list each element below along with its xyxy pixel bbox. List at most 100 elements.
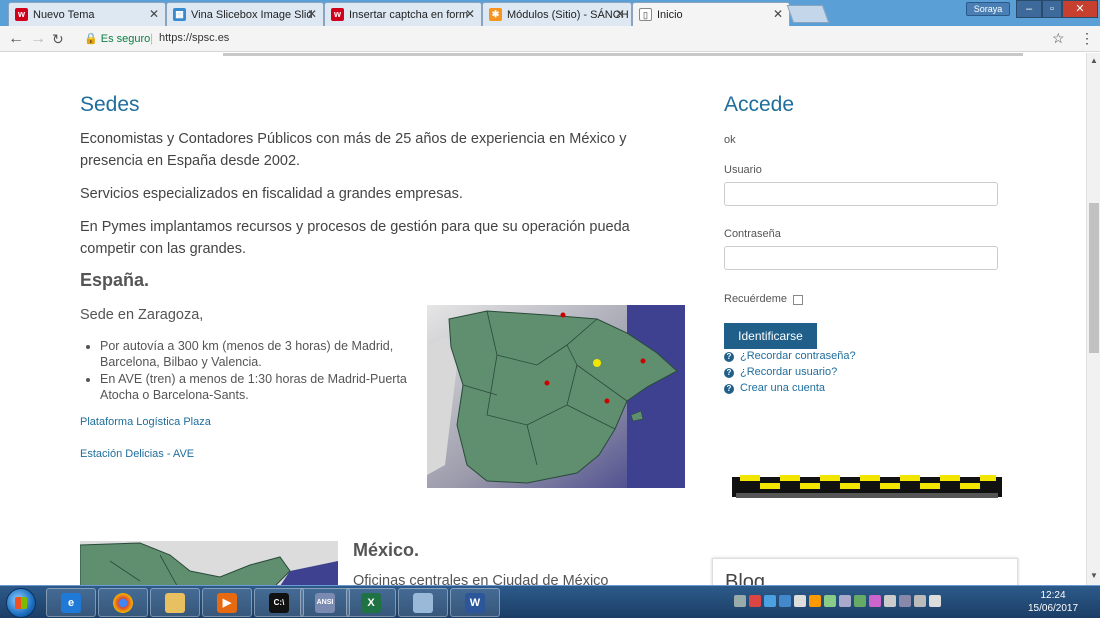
word-icon: W	[465, 592, 485, 613]
sedes-heading: Sedes	[80, 93, 140, 116]
address-bar: ← → ↻ 🔒 Es seguro | https://spsc.es ☆ ⋮	[0, 26, 1100, 52]
plataforma-link[interactable]: Plataforma Logística Plaza	[80, 416, 211, 428]
taskbar-media[interactable]: ▶	[202, 588, 252, 617]
tray-icon[interactable]	[779, 595, 791, 607]
system-tray	[734, 595, 941, 607]
login-button[interactable]: Identificarse	[724, 323, 817, 349]
internet-explorer-icon: e	[61, 592, 81, 613]
page-icon: ▯	[639, 8, 652, 21]
url-field[interactable]: https://spsc.es	[159, 32, 229, 44]
start-button[interactable]	[6, 588, 36, 618]
forgot-username-link[interactable]: ? ¿Recordar usuario?	[724, 366, 837, 378]
tray-icon[interactable]	[869, 595, 881, 607]
network-icon[interactable]	[914, 595, 926, 607]
services-paragraph: Servicios especializados en fiscalidad a…	[80, 186, 463, 202]
tray-icon[interactable]	[794, 595, 806, 607]
scroll-up-icon[interactable]: ▲	[1090, 56, 1098, 65]
bookmark-star-icon[interactable]: ☆	[1052, 30, 1065, 47]
taskbar-app[interactable]	[398, 588, 448, 617]
tray-icon[interactable]	[809, 595, 821, 607]
forward-arrow-icon[interactable]: →	[30, 30, 46, 48]
taskbar-cmd[interactable]: C:\	[254, 588, 304, 617]
clock-date: 15/06/2017	[1028, 603, 1079, 614]
tray-icon[interactable]	[884, 595, 896, 607]
taskbar-word[interactable]: W	[450, 588, 500, 617]
blog-module: Blog	[712, 558, 1018, 585]
taskbar-explorer[interactable]	[150, 588, 200, 617]
back-arrow-icon[interactable]: ←	[8, 30, 24, 48]
command-prompt-icon: C:\	[269, 592, 289, 613]
w-icon: w	[15, 8, 28, 21]
secure-indicator[interactable]: 🔒 Es seguro	[84, 32, 150, 45]
divider: |	[150, 31, 154, 45]
taskbar-excel[interactable]: X	[346, 588, 396, 617]
minimize-button[interactable]: –	[1016, 0, 1042, 18]
tab-modulos[interactable]: ✱ Módulos (Sitio) - SÁNCH ✕	[482, 2, 632, 26]
maximize-button[interactable]: ▫	[1042, 0, 1062, 18]
scroll-down-icon[interactable]: ▼	[1090, 571, 1098, 580]
scrollbar-thumb[interactable]	[1089, 203, 1099, 353]
create-account-link[interactable]: ? Crear una cuenta	[724, 382, 825, 394]
close-icon[interactable]: ✕	[307, 7, 317, 21]
flag-icon[interactable]	[899, 595, 911, 607]
browser-tab-bar: w Nuevo Tema ✕ ▦ Vina Slicebox Image Sli…	[0, 0, 1100, 26]
question-icon: ?	[724, 384, 734, 394]
chrome-icon	[113, 592, 133, 613]
tab-nuevo-tema[interactable]: w Nuevo Tema ✕	[8, 2, 166, 26]
intro-paragraph: Economistas y Contadores Públicos con má…	[80, 131, 627, 169]
tray-icon[interactable]	[824, 595, 836, 607]
ansi-icon: ANSI	[315, 592, 335, 613]
link-label: ¿Recordar usuario?	[740, 366, 838, 378]
tray-icon[interactable]	[749, 595, 761, 607]
close-icon[interactable]: ✕	[773, 7, 783, 21]
tab-title: Nuevo Tema	[33, 8, 95, 21]
tray-icon[interactable]	[764, 595, 776, 607]
espana-heading: España.	[80, 270, 150, 290]
tab-inicio[interactable]: ▯ Inicio ✕	[632, 2, 790, 26]
sede-text: Sede en Zaragoza,	[80, 307, 204, 323]
profile-button[interactable]: Soraya	[966, 2, 1010, 16]
w-icon: w	[331, 8, 344, 21]
sede-bullets: Por autovía a 300 km (menos de 3 horas) …	[100, 338, 420, 404]
link-label: Crear una cuenta	[740, 382, 825, 394]
close-window-button[interactable]: ✕	[1062, 0, 1098, 18]
divider	[223, 53, 1023, 56]
tab-title: Insertar captcha en form	[349, 8, 469, 21]
joomla-icon: ✱	[489, 8, 502, 21]
link-label: ¿Recordar contraseña?	[740, 350, 856, 362]
close-icon[interactable]: ✕	[149, 7, 159, 21]
question-icon: ?	[724, 352, 734, 362]
remember-checkbox[interactable]	[793, 295, 803, 305]
taskbar-chrome[interactable]	[98, 588, 148, 617]
tray-icon[interactable]	[839, 595, 851, 607]
new-tab-button[interactable]	[786, 5, 830, 23]
reload-icon[interactable]: ↻	[52, 31, 64, 48]
clock[interactable]: 12:24 15/06/2017	[1028, 589, 1078, 615]
list-item: En AVE (tren) a menos de 1:30 horas de M…	[100, 371, 420, 403]
tab-title: Inicio	[657, 8, 683, 21]
close-icon[interactable]: ✕	[615, 7, 625, 21]
forgot-password-link[interactable]: ? ¿Recordar contraseña?	[724, 350, 856, 362]
tray-icon[interactable]	[734, 595, 746, 607]
remember-label: Recuérdeme	[724, 293, 787, 305]
menu-icon[interactable]: ⋮	[1080, 30, 1094, 47]
tab-captcha[interactable]: w Insertar captcha en form ✕	[324, 2, 482, 26]
tab-title: Vina Slicebox Image Slid	[191, 8, 313, 21]
tab-slicebox[interactable]: ▦ Vina Slicebox Image Slid ✕	[166, 2, 324, 26]
mexico-heading: México.	[353, 540, 420, 560]
username-label: Usuario	[724, 164, 762, 176]
username-field[interactable]	[724, 182, 998, 206]
taskbar: e ▶ C:\ ANSI X W 12:24 15/06/2017	[0, 585, 1100, 618]
slicebox-icon: ▦	[173, 8, 186, 21]
taskbar-ie[interactable]: e	[46, 588, 96, 617]
vertical-scrollbar[interactable]: ▲ ▼	[1086, 53, 1100, 585]
accede-heading: Accede	[724, 93, 795, 116]
web-page: Sedes Economistas y Contadores Públicos …	[0, 53, 1086, 585]
tray-icon[interactable]	[854, 595, 866, 607]
window-icon	[413, 592, 433, 613]
password-field[interactable]	[724, 246, 998, 270]
taskbar-ansi[interactable]: ANSI	[300, 588, 350, 617]
volume-icon[interactable]	[929, 595, 941, 607]
close-icon[interactable]: ✕	[465, 7, 475, 21]
estacion-link[interactable]: Estación Delicias - AVE	[80, 448, 194, 460]
